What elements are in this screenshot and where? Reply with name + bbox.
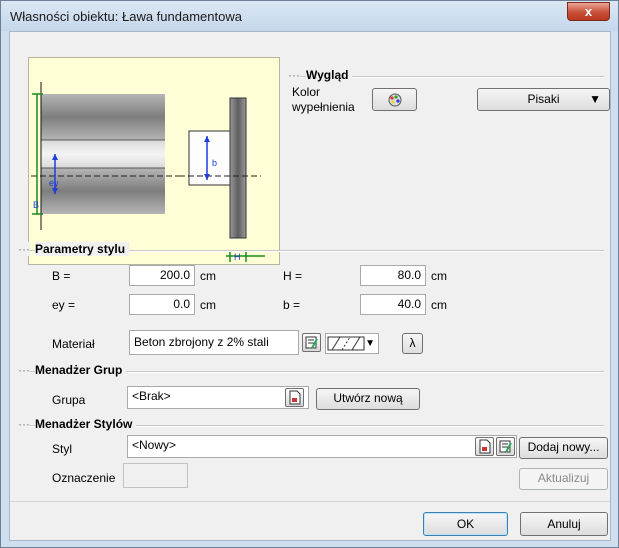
update-style-button[interactable]: Aktualizuj bbox=[519, 468, 608, 490]
group-browse-button[interactable] bbox=[285, 388, 304, 407]
style-edit-button[interactable] bbox=[496, 437, 515, 456]
B-unit: cm bbox=[200, 269, 216, 283]
label-b: b bbox=[212, 158, 217, 168]
lambda-button[interactable]: λ bbox=[402, 333, 423, 354]
label-ey: ey bbox=[49, 178, 59, 188]
fill-color-button[interactable] bbox=[372, 88, 417, 111]
b-input[interactable]: 40.0 bbox=[360, 294, 426, 315]
label-H: H bbox=[234, 252, 241, 262]
pens-label: Pisaki bbox=[527, 92, 560, 106]
H-unit: cm bbox=[431, 269, 447, 283]
hatch-pattern-icon bbox=[327, 336, 365, 351]
section-wall bbox=[188, 130, 231, 186]
H-label: H = bbox=[283, 269, 303, 283]
document-icon bbox=[289, 390, 301, 405]
ey-unit: cm bbox=[200, 298, 216, 312]
style-browse-button[interactable] bbox=[475, 437, 494, 456]
section-footing bbox=[229, 97, 247, 239]
material-edit-button[interactable] bbox=[302, 333, 321, 352]
designation-label: Oznaczenie bbox=[52, 471, 116, 485]
b-label: b = bbox=[283, 298, 301, 312]
plan-upper-band bbox=[41, 94, 165, 140]
update-style-label: Aktualizuj bbox=[537, 471, 590, 485]
material-field[interactable]: Beton zbrojony z 2% stali bbox=[129, 330, 299, 355]
lambda-icon: λ bbox=[409, 336, 416, 350]
style-label: Styl bbox=[52, 442, 73, 456]
B-label: B = bbox=[52, 269, 71, 283]
B-input[interactable]: 200.0 bbox=[129, 265, 195, 286]
style-manager-section-title: Menadżer Stylów bbox=[35, 417, 137, 431]
designation-field[interactable] bbox=[123, 463, 188, 488]
fill-color-label: Kolor wypełnienia bbox=[292, 85, 355, 114]
H-input[interactable]: 80.0 bbox=[360, 265, 426, 286]
edit-icon bbox=[499, 440, 512, 453]
cancel-button[interactable]: Anuluj bbox=[520, 512, 608, 536]
style-params-section-title: Parametry stylu bbox=[35, 242, 130, 256]
hatch-pattern-dropdown[interactable]: ▼ bbox=[325, 333, 379, 354]
foundation-preview-drawing: B ey b H bbox=[31, 82, 265, 262]
dialog-window: Własności obiektu: Ława fundamentowa x B… bbox=[0, 0, 619, 548]
appearance-section-title: Wygląd bbox=[306, 68, 353, 82]
ok-label: OK bbox=[456, 517, 475, 531]
plan-wall-band bbox=[41, 140, 165, 168]
ey-label: ey = bbox=[52, 298, 76, 312]
close-button[interactable]: x bbox=[567, 2, 610, 21]
label-B: B bbox=[33, 200, 39, 210]
create-group-button[interactable]: Utwórz nową bbox=[316, 388, 420, 410]
material-label: Materiał bbox=[52, 337, 95, 351]
style-field[interactable]: <Nowy> bbox=[127, 435, 517, 458]
ey-input[interactable]: 0.0 bbox=[129, 294, 195, 315]
dialog-body: B ey b H ··· Wygląd Kolor wypełnienia Pi… bbox=[9, 31, 611, 541]
add-style-label: Dodaj nowy... bbox=[527, 440, 600, 454]
b-unit: cm bbox=[431, 298, 447, 312]
foundation-preview: B ey b H bbox=[28, 57, 280, 265]
plan-lower-band bbox=[41, 168, 165, 214]
color-palette-icon bbox=[388, 93, 401, 107]
group-label: Grupa bbox=[52, 393, 86, 407]
close-icon: x bbox=[584, 4, 593, 19]
cancel-label: Anuluj bbox=[547, 517, 581, 531]
create-group-label: Utwórz nową bbox=[333, 391, 403, 405]
group-field[interactable]: <Brak> bbox=[127, 386, 309, 409]
edit-icon bbox=[305, 336, 318, 349]
add-style-button[interactable]: Dodaj nowy... bbox=[519, 437, 608, 459]
group-manager-section-title: Menadżer Grup bbox=[35, 363, 127, 377]
chevron-down-icon: ▼ bbox=[365, 338, 375, 349]
title-bar: Własności obiektu: Ława fundamentowa x bbox=[1, 1, 618, 31]
chevron-down-icon: ▼ bbox=[589, 92, 601, 106]
document-icon bbox=[479, 439, 491, 454]
ok-button[interactable]: OK bbox=[423, 512, 508, 536]
window-title: Własności obiektu: Ława fundamentowa bbox=[10, 9, 242, 24]
pens-dropdown[interactable]: Pisaki ▼ bbox=[477, 88, 610, 111]
footer-divider bbox=[10, 501, 610, 502]
